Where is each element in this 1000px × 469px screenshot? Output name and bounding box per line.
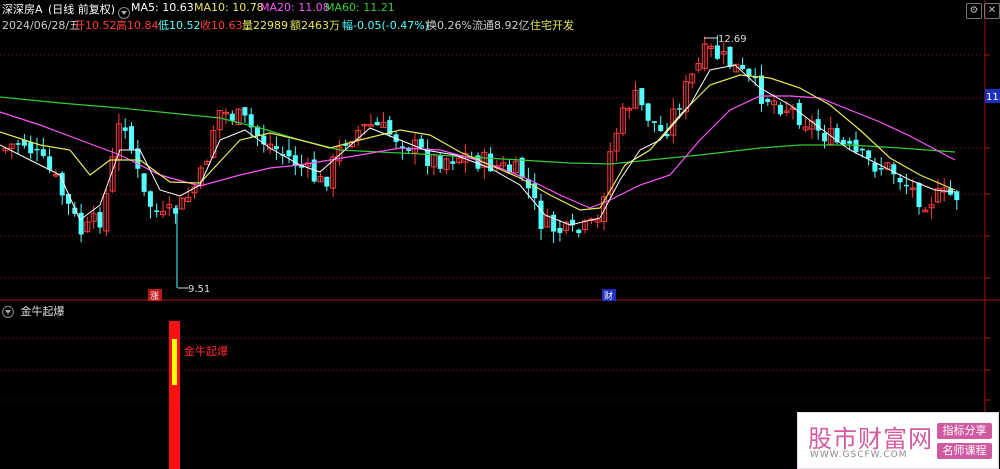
candle-body-down xyxy=(872,162,878,172)
high-marker-label: 12.69 xyxy=(718,34,747,45)
indicator-dropdown-icon[interactable] xyxy=(2,306,14,318)
candle-body-down xyxy=(97,212,103,228)
candle-body-down xyxy=(292,155,298,166)
candle-body-down xyxy=(954,191,960,201)
bar-turnover: 换0.26% xyxy=(426,19,472,32)
candle-body-down xyxy=(878,168,884,170)
candle-body-down xyxy=(147,191,153,207)
candle-body-down xyxy=(122,127,128,131)
candle-body-down xyxy=(777,104,783,115)
candle-body-down xyxy=(47,156,53,170)
watermark-tag-indicator: 指标分享 xyxy=(937,423,992,439)
indicator-panel: 金牛起爆 xyxy=(169,321,228,469)
candle-body-down xyxy=(916,182,922,208)
candle-body-down xyxy=(822,133,827,142)
chart-mode[interactable]: (日线 前复权) xyxy=(48,1,115,17)
candle-body-down xyxy=(639,88,645,106)
candle-body-down xyxy=(645,103,651,121)
candle-body-down xyxy=(15,143,21,145)
bar-low: 低10.52 xyxy=(158,19,201,32)
kline-chart-area[interactable]: 11. 12.69 9.51 涨 财 金牛起爆 xyxy=(0,0,1000,469)
candle-body-down xyxy=(450,161,456,164)
ma10-label: MA10: 10.78 xyxy=(194,1,264,14)
candle-body-down xyxy=(286,150,292,157)
candle-body-down xyxy=(229,113,235,121)
candle-body-down xyxy=(651,121,657,123)
bar-close: 收10.63 xyxy=(200,19,243,32)
watermark-title: 股市财富网 xyxy=(808,425,933,453)
ma60-label: MA60: 11.21 xyxy=(325,1,395,14)
sector-link[interactable]: 住宅开发 xyxy=(530,17,574,33)
watermark-url: WWW.GSCFW.COM xyxy=(810,450,908,460)
event-marker-left-label: 涨 xyxy=(150,291,159,302)
candle-body-down xyxy=(847,140,853,144)
watermark-logo: 股市财富网 WWW.GSCFW.COM 指标分享 名师课程 xyxy=(797,412,999,469)
candle-body-down xyxy=(740,64,746,70)
bar-open: 开10.52 xyxy=(74,19,117,32)
candle-body-down xyxy=(557,228,563,233)
header-row-2: 2024/06/28/五 开10.52 高10.84 低10.52 收10.63… xyxy=(0,16,1000,32)
candle-body-down xyxy=(677,108,683,110)
header-row-1: 深深房A (日线 前复权) MA5: 10.63 MA10: 10.78 MA2… xyxy=(0,0,1000,16)
candle-body-down xyxy=(576,229,582,234)
chart-grid: 11. xyxy=(0,0,1000,469)
signal-label: 金牛起爆 xyxy=(184,344,228,358)
candle-body-down xyxy=(714,45,720,59)
candle-body-down xyxy=(242,107,248,116)
candle-body-down xyxy=(903,184,909,187)
candle-body-down xyxy=(324,176,330,187)
close-icon[interactable]: ✕ xyxy=(984,3,1000,19)
candle-body-down xyxy=(859,148,865,151)
settings-icon[interactable]: ⚙ xyxy=(966,3,982,19)
bar-change: 幅-0.05(-0.47%) xyxy=(342,19,429,32)
signal-bar-highlight xyxy=(172,339,177,385)
candle-body-down xyxy=(425,148,431,166)
candle-body-down xyxy=(418,138,424,148)
candle-body-down xyxy=(727,46,733,67)
watermark-tag-course: 名师课程 xyxy=(937,443,992,459)
bar-volume: 量22989 xyxy=(242,19,288,32)
event-marker-right-label: 财 xyxy=(604,290,613,302)
candle-body-down xyxy=(135,148,141,169)
candle-body-down xyxy=(437,155,443,169)
candle-body-down xyxy=(129,126,134,150)
candle-body-down xyxy=(78,212,84,235)
low-marker-label: 9.51 xyxy=(188,284,210,295)
indicator-title-bar[interactable]: 金牛起爆 xyxy=(0,303,65,319)
bar-amount: 额2463万 xyxy=(290,19,340,32)
candle-body-down xyxy=(374,121,380,126)
candle-body-down xyxy=(658,124,664,132)
candle-body-down xyxy=(746,68,752,76)
candle-body-down xyxy=(154,210,160,212)
ma20-label: MA20: 11.08 xyxy=(260,1,330,14)
candle-body-down xyxy=(28,142,34,154)
candle-body-down xyxy=(765,99,771,103)
candle-body-down xyxy=(141,173,147,192)
stock-name[interactable]: 深深房A xyxy=(2,1,43,17)
candle-body-down xyxy=(866,150,872,159)
bar-high: 高10.84 xyxy=(116,19,159,32)
price-tag-label: 11. xyxy=(986,92,1000,103)
candle-body-down xyxy=(897,178,903,183)
indicator-title: 金牛起爆 xyxy=(20,305,65,318)
ma5-label: MA5: 10.63 xyxy=(131,1,194,14)
candle-body-down xyxy=(34,148,40,151)
bar-float: 流通8.92亿 xyxy=(472,19,530,32)
candle-body-down xyxy=(40,149,46,156)
candle-body-down xyxy=(538,200,544,229)
bar-date: 2024/06/28/五 xyxy=(2,19,81,32)
candle-body-down xyxy=(273,146,279,150)
